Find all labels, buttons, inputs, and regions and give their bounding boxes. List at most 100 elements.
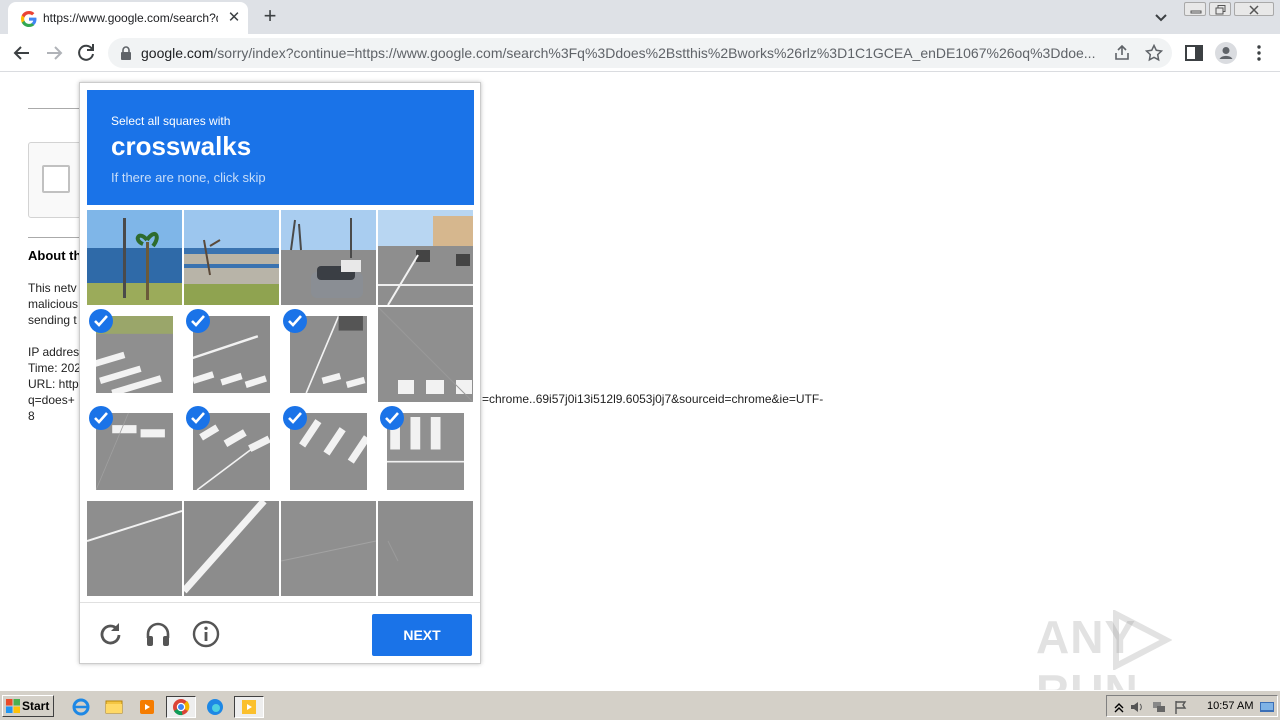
close-icon: [1249, 5, 1259, 15]
browser-tabstrip: https://www.google.com/search?q= ✕ +: [0, 0, 1280, 34]
next-button[interactable]: NEXT: [372, 614, 472, 656]
action-center-flag-icon[interactable]: [1173, 699, 1189, 715]
bookmark-star-icon[interactable]: [1145, 44, 1163, 62]
tab-close-icon[interactable]: ✕: [225, 9, 243, 27]
audio-challenge-icon[interactable]: [144, 620, 172, 648]
volume-icon[interactable]: [1129, 699, 1145, 715]
image-tile[interactable]: [87, 404, 182, 499]
reload-challenge-icon[interactable]: [96, 620, 124, 648]
chrome-taskbar-button[interactable]: [166, 696, 196, 718]
network-icon[interactable]: [1151, 699, 1167, 715]
about-heading: About th: [28, 248, 82, 263]
close-window-button[interactable]: [1234, 2, 1274, 16]
side-panel-icon[interactable]: [1184, 43, 1204, 63]
url-tail-text: =chrome..69i57j0i13i512l9.6053j0j7&sourc…: [482, 392, 824, 406]
image-tile[interactable]: [378, 501, 473, 596]
lock-icon[interactable]: [120, 46, 132, 60]
back-arrow-icon[interactable]: [10, 41, 34, 65]
image-tile[interactable]: [184, 404, 279, 499]
system-tray: 10:57 AM: [1106, 695, 1278, 717]
challenge-header: Select all squares with crosswalks If th…: [87, 90, 474, 205]
url-path: /sorry/index?continue=https://www.google…: [213, 45, 1096, 61]
image-tile[interactable]: [87, 210, 182, 305]
browser-tab[interactable]: https://www.google.com/search?q= ✕: [8, 2, 248, 34]
image-tile[interactable]: [184, 210, 279, 305]
restore-icon: [1215, 5, 1226, 15]
chrome-icon: [173, 699, 190, 716]
skip-hint: If there are none, click skip: [111, 170, 266, 185]
info-icon[interactable]: [192, 620, 220, 648]
target-object: crosswalks: [111, 131, 252, 161]
tile-image: [281, 210, 376, 305]
image-tile[interactable]: [281, 404, 376, 499]
show-desktop-icon[interactable]: [1259, 699, 1275, 715]
start-button[interactable]: Start: [2, 695, 54, 717]
profile-avatar-icon[interactable]: [1215, 42, 1237, 64]
url-line: q=does+: [28, 393, 75, 407]
media-player-icon[interactable]: [134, 696, 160, 718]
start-label: Start: [22, 699, 50, 713]
url-text[interactable]: google.com/sorry/index?continue=https://…: [141, 45, 1111, 61]
image-grid: [87, 210, 474, 597]
body-line: sending t: [28, 313, 77, 327]
image-tile[interactable]: [281, 307, 376, 402]
checkmark-icon: [89, 309, 113, 333]
minimize-icon: [1190, 10, 1202, 14]
google-g-icon: [21, 11, 37, 27]
time-line: Time: 202: [28, 361, 81, 375]
forward-arrow-icon[interactable]: [42, 41, 66, 65]
tray-expand-icon[interactable]: [1111, 699, 1127, 715]
restore-button[interactable]: [1209, 2, 1231, 16]
image-tile[interactable]: [87, 307, 182, 402]
tile-image: [87, 501, 182, 596]
media-icon: [242, 700, 256, 714]
checkmark-icon: [380, 406, 404, 430]
edge-icon[interactable]: [202, 696, 228, 718]
windows-taskbar: Start 10:57 AM: [0, 690, 1280, 720]
browser-toolbar: google.com/sorry/index?continue=https://…: [0, 34, 1280, 72]
tile-image: [281, 501, 376, 596]
url-line: URL: http: [28, 377, 79, 391]
url-host: google.com: [141, 45, 214, 61]
checkmark-icon: [89, 406, 113, 430]
media-taskbar-button[interactable]: [234, 696, 264, 718]
ip-line: IP addres: [28, 345, 80, 359]
image-tile[interactable]: [87, 501, 182, 596]
tile-image: [378, 307, 473, 402]
instruction-text: Select all squares with: [111, 114, 231, 128]
new-tab-button[interactable]: +: [259, 5, 281, 28]
image-tile[interactable]: [184, 307, 279, 402]
tile-image: [87, 210, 182, 305]
body-line: This netv: [28, 281, 77, 295]
kebab-menu-icon[interactable]: [1249, 43, 1269, 63]
clock[interactable]: 10:57 AM: [1207, 700, 1253, 712]
file-explorer-icon[interactable]: [101, 696, 127, 718]
chevron-down-icon[interactable]: [1151, 7, 1171, 27]
checkmark-icon: [186, 309, 210, 333]
minimize-button[interactable]: [1184, 2, 1206, 16]
image-tile[interactable]: [184, 501, 279, 596]
image-tile[interactable]: [281, 501, 376, 596]
reload-icon[interactable]: [74, 41, 98, 65]
url-line: 8: [28, 409, 35, 423]
image-tile[interactable]: [378, 307, 473, 402]
tile-image: [378, 210, 473, 305]
image-tile[interactable]: [378, 404, 473, 499]
tab-title: https://www.google.com/search?q=: [43, 11, 218, 25]
challenge-footer: NEXT: [80, 602, 480, 664]
checkmark-icon: [283, 406, 307, 430]
checkmark-icon: [283, 309, 307, 333]
share-icon[interactable]: [1113, 44, 1131, 62]
image-tile[interactable]: [281, 210, 376, 305]
checkmark-icon: [186, 406, 210, 430]
internet-explorer-icon[interactable]: [68, 696, 94, 718]
recaptcha-checkbox[interactable]: [42, 165, 70, 193]
tile-image: [378, 501, 473, 596]
recaptcha-challenge: Select all squares with crosswalks If th…: [79, 82, 481, 664]
windows-logo-icon: [6, 699, 20, 713]
play-logo-icon: [1113, 610, 1172, 670]
tile-image: [184, 501, 279, 596]
tile-image: [184, 210, 279, 305]
image-tile[interactable]: [378, 210, 473, 305]
address-bar[interactable]: google.com/sorry/index?continue=https://…: [108, 38, 1172, 68]
